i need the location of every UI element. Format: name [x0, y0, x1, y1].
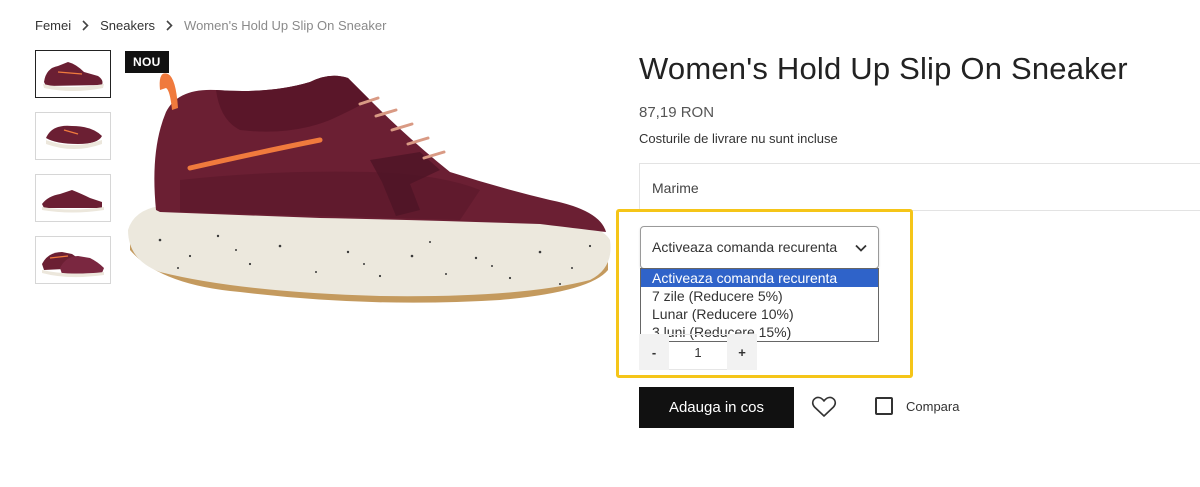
- thumbnail-1[interactable]: [35, 50, 111, 98]
- quantity-increase-button[interactable]: +: [727, 334, 757, 370]
- quantity-decrease-button[interactable]: -: [639, 334, 669, 370]
- compare-label: Compara: [906, 398, 960, 414]
- recurring-order-dropdown: Activeaza comanda recurenta 7 zile (Redu…: [640, 268, 879, 342]
- breadcrumb: Femei Sneakers Women's Hold Up Slip On S…: [35, 18, 386, 33]
- product-title: Women's Hold Up Slip On Sneaker: [639, 51, 1128, 86]
- thumbnail-4[interactable]: [35, 236, 111, 284]
- size-label: Marime: [652, 180, 699, 196]
- add-to-cart-button[interactable]: Adauga in cos: [639, 387, 794, 428]
- product-main-image[interactable]: [120, 60, 620, 310]
- recurring-order-value: Activeaza comanda recurenta: [652, 239, 838, 255]
- shoe-inner-thumbnail-image: [42, 190, 104, 213]
- thumbnail-3[interactable]: [35, 174, 111, 222]
- heart-icon[interactable]: [811, 396, 837, 418]
- thumbnail-gallery: [35, 50, 111, 298]
- shoe-top-thumbnail-image: [46, 125, 102, 149]
- breadcrumb-item-sneakers[interactable]: Sneakers: [100, 18, 155, 33]
- breadcrumb-item-current: Women's Hold Up Slip On Sneaker: [184, 18, 387, 33]
- compare-toggle[interactable]: Compara: [875, 397, 959, 415]
- dropdown-option[interactable]: Activeaza comanda recurenta: [641, 269, 878, 287]
- breadcrumb-item-femei[interactable]: Femei: [35, 18, 71, 33]
- quantity-stepper: - 1 +: [639, 334, 757, 370]
- dropdown-option[interactable]: Lunar (Reducere 10%): [641, 305, 878, 323]
- thumbnail-2[interactable]: [35, 112, 111, 160]
- chevron-down-icon: [855, 244, 867, 252]
- shoe-pair-thumbnail-image: [42, 252, 104, 278]
- compare-checkbox[interactable]: [875, 397, 893, 415]
- size-selector[interactable]: Marime: [639, 163, 1200, 211]
- chevron-right-icon: [82, 20, 89, 31]
- shoe-side-thumbnail-image: [43, 62, 104, 91]
- shipping-note: Costurile de livrare nu sunt incluse: [639, 131, 838, 146]
- product-price: 87,19 RON: [639, 104, 715, 121]
- recurring-order-select[interactable]: Activeaza comanda recurenta: [640, 226, 879, 269]
- chevron-right-icon: [166, 20, 173, 31]
- quantity-input[interactable]: 1: [669, 334, 727, 370]
- dropdown-option[interactable]: 7 zile (Reducere 5%): [641, 287, 878, 305]
